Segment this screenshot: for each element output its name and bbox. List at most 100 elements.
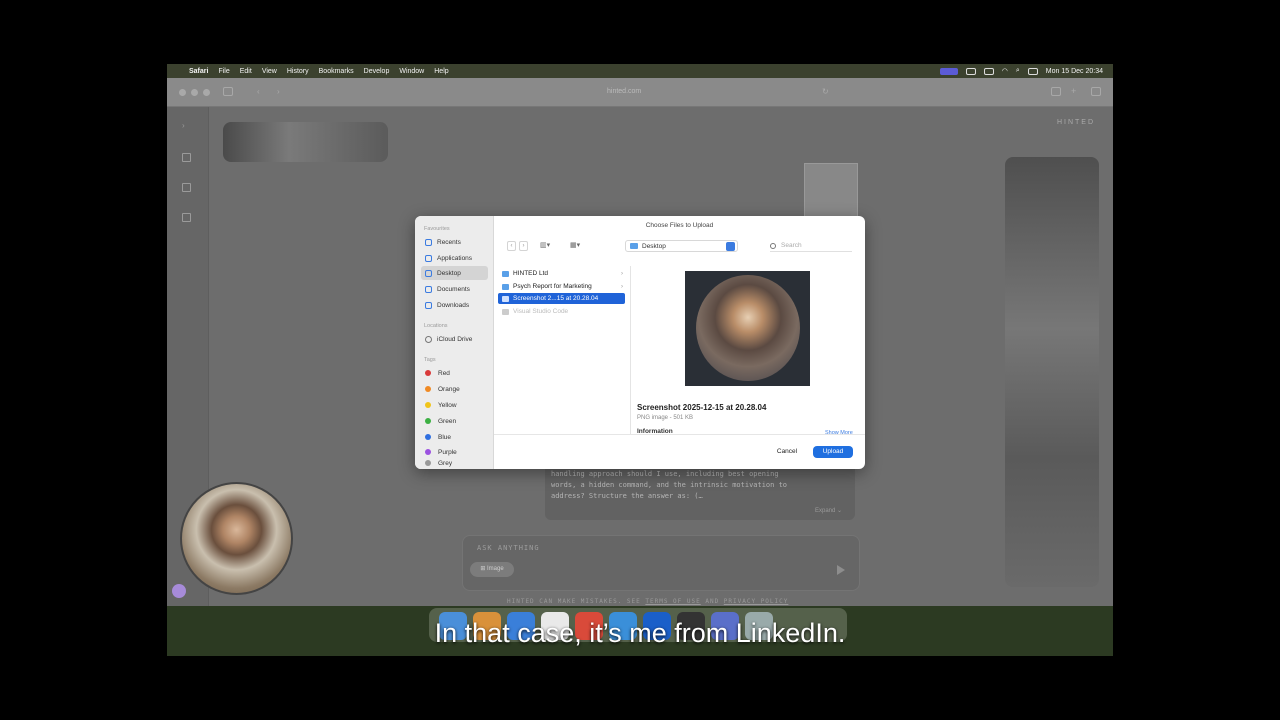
- hero-banner-image: [223, 122, 388, 162]
- dialog-sidebar: Favourites Recents Applications Desktop …: [415, 216, 494, 469]
- sidebar-item-downloads[interactable]: Downloads: [421, 298, 488, 312]
- sidebar-toggle-icon[interactable]: [223, 87, 233, 96]
- folder-icon: [502, 283, 509, 290]
- forward-icon[interactable]: ›: [277, 87, 287, 96]
- back-icon[interactable]: ‹: [257, 87, 267, 96]
- tag-dot-icon: [425, 370, 431, 376]
- tag-label: Purple: [438, 448, 457, 456]
- column-view-icon[interactable]: ▥▾: [540, 241, 558, 251]
- sidebar-item-applications[interactable]: Applications: [421, 251, 488, 265]
- search-input[interactable]: Search: [770, 240, 852, 252]
- tag-label: Blue: [438, 433, 452, 441]
- minimize-window-button[interactable]: [191, 89, 198, 96]
- send-icon[interactable]: [837, 565, 845, 575]
- spotlight-icon[interactable]: ⌕: [1016, 67, 1020, 75]
- tag-green[interactable]: Green: [421, 414, 488, 428]
- menu-develop[interactable]: Develop: [364, 68, 390, 75]
- tag-blue[interactable]: Blue: [421, 430, 488, 444]
- dialog-title: Choose Files to Upload: [645, 222, 714, 229]
- tag-orange[interactable]: Orange: [421, 382, 488, 396]
- tag-grey[interactable]: Grey: [421, 460, 488, 469]
- menu-app-name[interactable]: Safari: [189, 68, 208, 75]
- rail-expand-icon[interactable]: ›: [182, 121, 191, 130]
- tab-overview-icon[interactable]: [1091, 87, 1101, 96]
- close-window-button[interactable]: [179, 89, 186, 96]
- image-attach-button[interactable]: ⊞ Image: [470, 562, 514, 577]
- address-bar[interactable]: hinted.com: [607, 88, 641, 95]
- menu-clock[interactable]: Mon 15 Dec 20:34: [1046, 68, 1103, 75]
- wifi-icon[interactable]: ◠: [1002, 67, 1008, 75]
- preview-photo: [696, 275, 800, 381]
- terms-link[interactable]: TERMS OF USE: [645, 598, 700, 605]
- disclaimer-text: HINTED CAN MAKE MISTAKES. SEE: [507, 598, 646, 605]
- file-name: Visual Studio Code: [513, 308, 569, 315]
- cancel-button[interactable]: Cancel: [769, 446, 805, 458]
- forward-button[interactable]: ›: [519, 241, 528, 251]
- tag-red[interactable]: Red: [421, 366, 488, 380]
- reload-icon[interactable]: ↻: [822, 87, 832, 96]
- image-file-icon: [502, 295, 509, 302]
- app-icon: [502, 308, 509, 315]
- chat-message-text: handling approach should I use, includin…: [551, 470, 788, 500]
- location-popup[interactable]: Desktop: [625, 240, 738, 252]
- sidebar-item-icloud[interactable]: iCloud Drive: [421, 332, 488, 346]
- tag-dot-icon: [425, 402, 431, 408]
- applications-icon: [425, 254, 432, 262]
- clock-icon: [425, 238, 432, 246]
- file-name: HINTED Ltd: [513, 270, 549, 277]
- sidebar-item-desktop[interactable]: Desktop: [421, 266, 488, 280]
- location-label: Desktop: [642, 242, 666, 250]
- rail-bookmark-icon[interactable]: [182, 183, 191, 192]
- folder-icon: [630, 243, 638, 249]
- list-item-disabled: Visual Studio Code: [498, 306, 625, 317]
- new-tab-icon[interactable]: +: [1071, 87, 1081, 96]
- sidebar-item-documents[interactable]: Documents: [421, 282, 488, 296]
- tag-dot-icon: [425, 460, 431, 466]
- file-name: Psych Report for Marketing: [513, 283, 592, 290]
- preview-meta: PNG image - 501 KB: [637, 415, 694, 421]
- list-item[interactable]: HINTED Ltd ›: [498, 268, 625, 279]
- tag-yellow[interactable]: Yellow: [421, 398, 488, 412]
- privacy-link[interactable]: PRIVACY POLICY: [724, 598, 789, 605]
- menu-edit[interactable]: Edit: [240, 68, 252, 75]
- menu-file[interactable]: File: [218, 68, 229, 75]
- webcam-indicator: [172, 584, 186, 598]
- rail-book-icon[interactable]: [182, 213, 191, 222]
- chevron-right-icon: ›: [621, 270, 623, 277]
- back-button[interactable]: ‹: [507, 241, 516, 251]
- tag-label: Green: [438, 417, 457, 425]
- zoom-window-button[interactable]: [203, 89, 210, 96]
- expand-link[interactable]: Expand ⌄: [815, 507, 842, 514]
- rail-list-icon[interactable]: [182, 153, 191, 162]
- sidebar-item-recents[interactable]: Recents: [421, 235, 488, 249]
- search-icon: [770, 242, 776, 249]
- chevron-right-icon: ›: [621, 283, 623, 290]
- tag-label: Grey: [438, 460, 453, 467]
- tag-dot-icon: [425, 449, 431, 455]
- menu-history[interactable]: History: [287, 68, 309, 75]
- presenter-webcam: [180, 482, 293, 595]
- tag-purple[interactable]: Purple: [421, 445, 488, 459]
- status-app-icon[interactable]: [965, 67, 976, 75]
- disclaimer-and: AND: [700, 598, 724, 605]
- file-name: Screenshot 2...15 at 20.28.04: [513, 295, 599, 302]
- list-item-selected[interactable]: Screenshot 2...15 at 20.28.04: [498, 293, 625, 304]
- download-icon: [425, 301, 432, 309]
- control-center-icon[interactable]: [1027, 67, 1038, 75]
- sidebar-item-label: Documents: [437, 285, 470, 293]
- upload-button[interactable]: Upload: [813, 446, 853, 458]
- tags-heading: Tags: [424, 357, 436, 363]
- video-caption: In that case, it’s me from LinkedIn.: [434, 618, 846, 648]
- share-icon[interactable]: [1051, 87, 1061, 96]
- sidebar-item-label: Downloads: [437, 301, 470, 309]
- list-item[interactable]: Psych Report for Marketing ›: [498, 281, 625, 292]
- screen-record-icon[interactable]: [939, 67, 958, 75]
- battery-icon[interactable]: [983, 67, 994, 75]
- menu-bookmarks[interactable]: Bookmarks: [319, 68, 354, 75]
- prompt-input[interactable]: ASK ANYTHING: [477, 544, 540, 552]
- favourites-heading: Favourites: [424, 226, 450, 232]
- group-view-icon[interactable]: ▦▾: [570, 241, 588, 251]
- menu-help[interactable]: Help: [434, 68, 448, 75]
- menu-view[interactable]: View: [262, 68, 277, 75]
- menu-window[interactable]: Window: [399, 68, 424, 75]
